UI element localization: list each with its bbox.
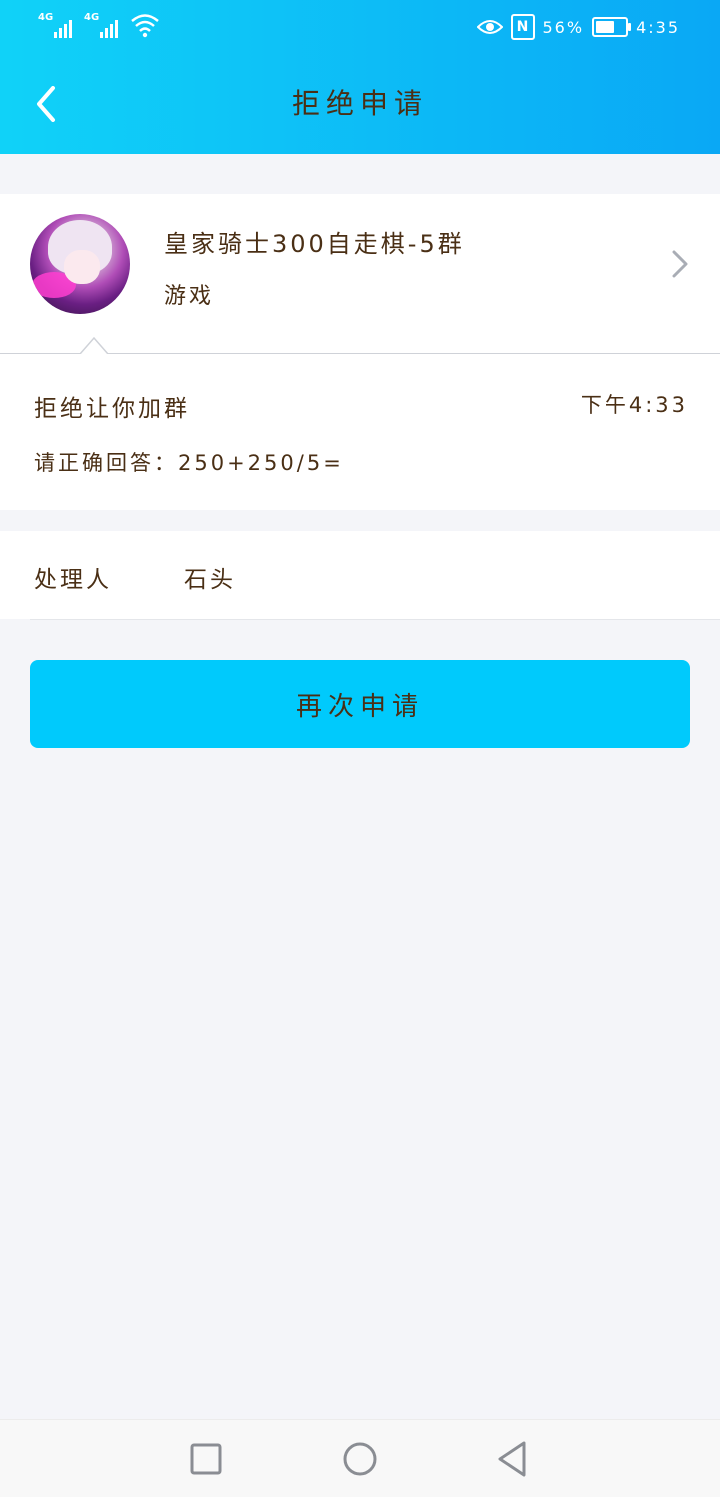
wifi-icon: [131, 14, 159, 38]
group-card[interactable]: [0, 194, 720, 354]
status-left: 4G 4G: [38, 12, 160, 38]
battery-percent: 56%: [542, 17, 585, 37]
message-time: 下午4:33: [580, 393, 688, 417]
sim1-label: 4G: [38, 12, 54, 23]
eye-comfort-icon: [476, 20, 503, 34]
battery-icon: [592, 17, 632, 37]
group-name: 皇家骑士300自走棋-5群: [164, 230, 465, 258]
group-avatar: [30, 214, 130, 314]
home-icon[interactable]: [340, 1440, 380, 1478]
status-time: 4:35: [636, 17, 680, 37]
signal-icon: 4G: [84, 12, 118, 38]
page-title: 拒绝申请: [291, 87, 428, 120]
divider: [30, 619, 720, 620]
sim2-label: 4G: [84, 12, 100, 23]
message-title: 拒绝让你加群: [34, 396, 190, 422]
chevron-right-icon[interactable]: [668, 248, 692, 280]
status-right: N 56% 4:35: [476, 14, 681, 40]
signal-icon: 4G: [38, 12, 72, 38]
status-bar: 4G 4G N 56% 4:35: [0, 0, 720, 54]
rejection-message-card: [0, 354, 720, 510]
header-bar: 4G 4G N 56% 4:35 拒绝申请: [0, 0, 720, 154]
handler-value: 石头: [184, 567, 236, 593]
group-category: 游戏: [164, 284, 215, 309]
back-icon[interactable]: [494, 1440, 534, 1478]
reapply-button[interactable]: 再次申请: [30, 660, 690, 748]
message-question: 请正确回答：250+250/5=: [34, 451, 344, 475]
system-nav-bar: [0, 1419, 720, 1497]
handler-label: 处理人: [34, 567, 112, 593]
nfc-icon: N: [510, 14, 535, 40]
recent-apps-icon[interactable]: [186, 1440, 226, 1478]
pointer-notch: [80, 336, 108, 354]
